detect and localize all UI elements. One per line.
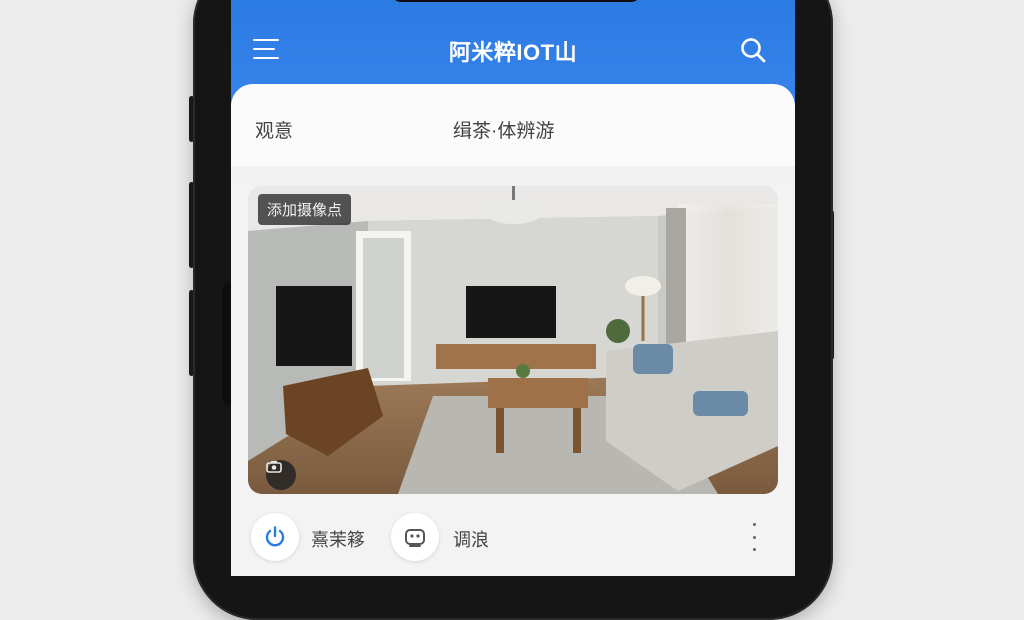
living-room-camera-image <box>248 186 778 494</box>
tab-bar: 观意 缉茶·体辨游 <box>231 84 795 166</box>
notch <box>391 0 641 2</box>
tab-secondary[interactable]: 缉茶·体辨游 <box>453 116 554 143</box>
phone-screen: 阿米粹IOT山 观意 缉茶·体辨游 添加摄像点 熹茉簃 调浪 <box>231 0 795 576</box>
more-vertical-icon[interactable] <box>749 523 759 551</box>
camera-switch-icon[interactable] <box>266 460 296 490</box>
app-title: 阿米粹IOT山 <box>448 40 578 65</box>
action-label-1[interactable]: 熹茉簃 <box>311 526 365 552</box>
search-icon[interactable] <box>739 36 767 64</box>
device-actions-bar: 熹茉簃 调浪 <box>231 505 795 576</box>
section-divider <box>231 166 795 186</box>
add-camera-label[interactable]: 添加摄像点 <box>258 194 352 225</box>
camera-feed[interactable]: 添加摄像点 <box>248 186 778 494</box>
robot-vacuum-icon[interactable] <box>391 513 439 561</box>
power-icon[interactable] <box>251 513 299 561</box>
action-label-2[interactable]: 调浪 <box>453 526 489 552</box>
tab-overview[interactable]: 观意 <box>255 116 293 143</box>
